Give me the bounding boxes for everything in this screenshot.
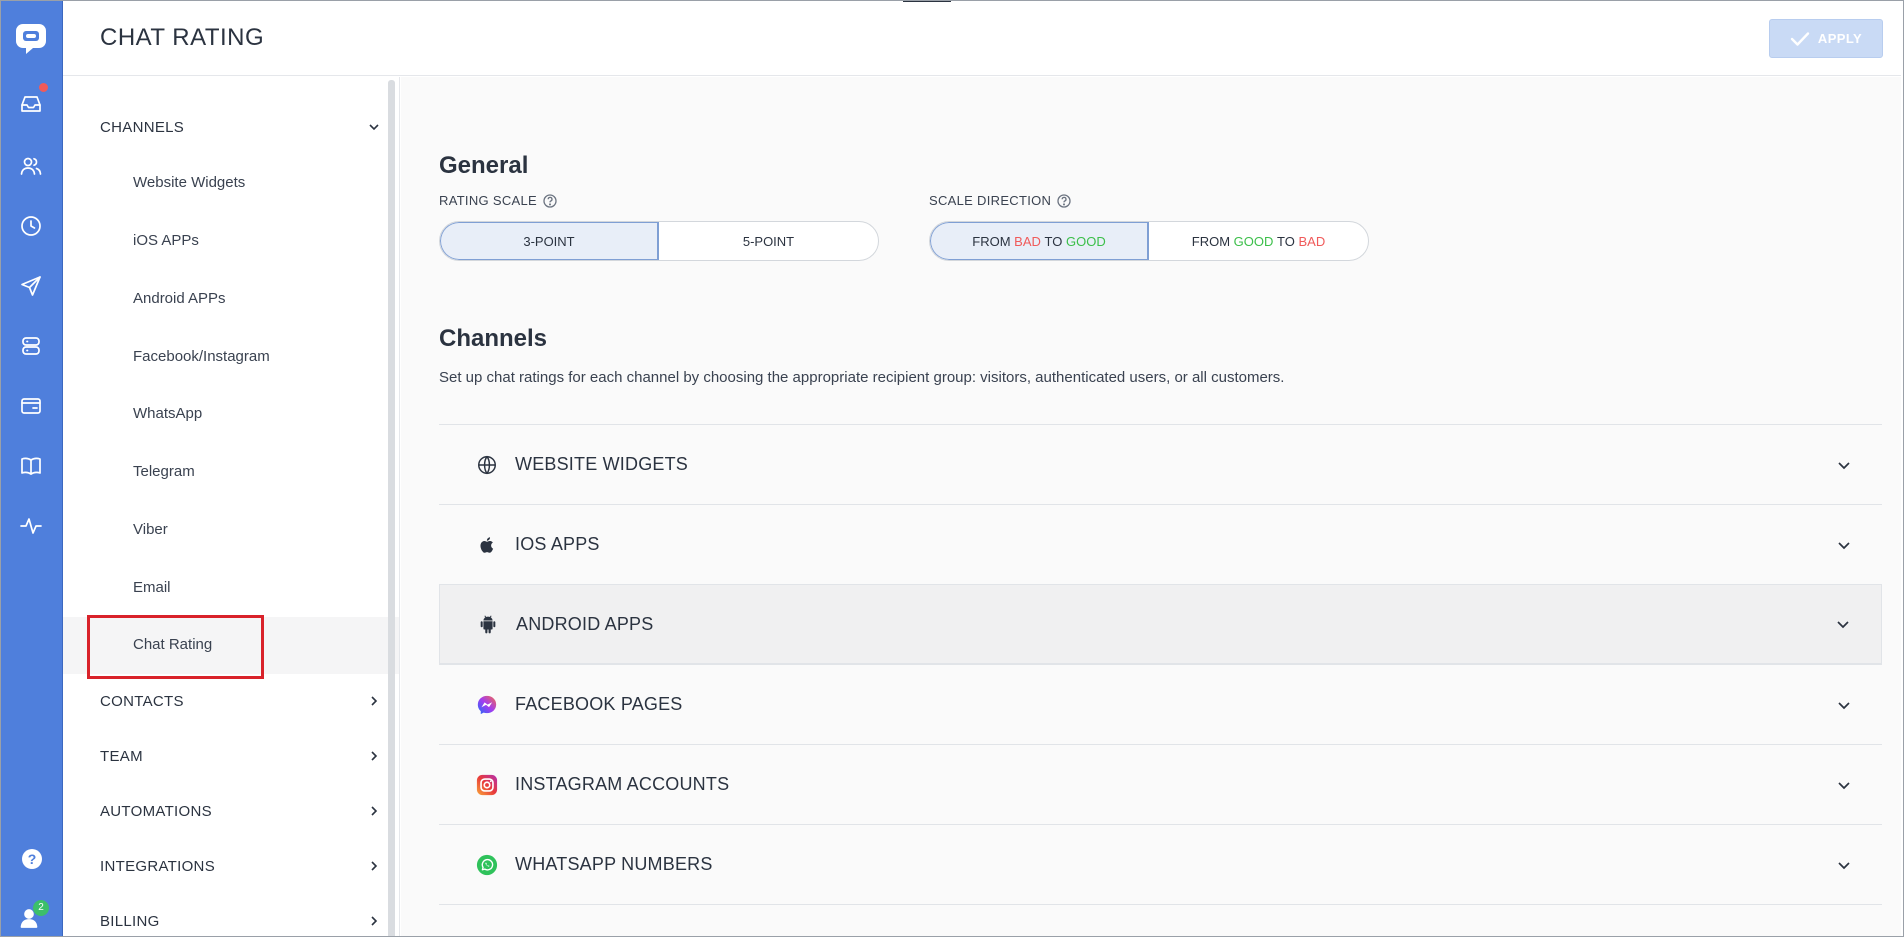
chevron-down-icon[interactable] — [367, 120, 381, 134]
direction-good-to-bad[interactable]: FROM GOOD TO BAD — [1149, 222, 1368, 260]
check-icon — [1790, 31, 1810, 46]
send-icon[interactable] — [17, 272, 45, 300]
scale-direction-label-text: SCALE DIRECTION — [929, 193, 1052, 208]
channel-row-partial — [439, 904, 1882, 924]
chevron-right-icon[interactable] — [367, 694, 381, 708]
sidebar-item-facebook-instagram[interactable]: Facebook/Instagram — [133, 348, 270, 365]
channel-row-website-widgets[interactable]: WEBSITE WIDGETS — [439, 424, 1882, 504]
section-billing[interactable]: BILLING — [100, 913, 160, 930]
apply-button[interactable]: APPLY — [1769, 19, 1883, 58]
chevron-down-icon[interactable] — [1836, 777, 1852, 793]
sidebar-item-android-apps[interactable]: Android APPs — [133, 290, 226, 307]
history-clock-icon[interactable] — [17, 212, 45, 240]
sidebar-item-viber[interactable]: Viber — [133, 521, 168, 538]
inbox-icon[interactable] — [17, 90, 45, 118]
section-contacts[interactable]: CONTACTS — [100, 693, 184, 710]
chevron-down-icon[interactable] — [1836, 537, 1852, 553]
apply-button-label: APPLY — [1817, 31, 1863, 46]
channel-row-android-apps[interactable]: ANDROID APPS — [439, 584, 1882, 664]
bad-text: BAD — [1298, 233, 1326, 249]
chevron-right-icon[interactable] — [367, 859, 381, 873]
chevron-down-icon[interactable] — [1835, 616, 1851, 632]
good-text: GOOD — [1065, 233, 1106, 249]
widget-card-icon[interactable] — [17, 392, 45, 420]
channel-row-ios-apps[interactable]: IOS APPS — [439, 504, 1882, 584]
left-rail: ? 2 — [0, 0, 63, 937]
android-icon — [476, 612, 500, 636]
account-badge: 2 — [33, 900, 49, 916]
apple-icon — [475, 533, 499, 557]
general-heading: General — [439, 152, 529, 179]
chevron-down-icon[interactable] — [1836, 697, 1852, 713]
rating-scale-label: RATING SCALE — [439, 193, 557, 208]
analytics-pulse-icon[interactable] — [17, 512, 45, 540]
chevron-right-icon[interactable] — [367, 914, 381, 928]
help-icon[interactable]: ? — [22, 849, 42, 869]
scale-direction-toggle: FROM BAD TO GOOD FROM GOOD TO BAD — [929, 221, 1369, 261]
inbox-unread-dot — [38, 82, 49, 93]
active-item-highlight — [87, 615, 264, 679]
messenger-icon — [475, 693, 499, 717]
direction-bad-to-good[interactable]: FROM BAD TO GOOD — [930, 222, 1149, 260]
top-tab-indicator — [903, 0, 951, 2]
sidebar-item-website-widgets[interactable]: Website Widgets — [133, 174, 245, 191]
channel-row-whatsapp-numbers[interactable]: WHATSAPP NUMBERS — [439, 824, 1882, 904]
whatsapp-icon — [475, 853, 499, 877]
sidebar-scrollbar[interactable] — [388, 80, 395, 937]
to-text: TO — [1044, 233, 1063, 249]
good-text: GOOD — [1233, 233, 1274, 249]
question-circle-icon[interactable] — [543, 193, 557, 208]
contacts-icon[interactable] — [17, 152, 45, 180]
channel-label: FACEBOOK PAGES — [515, 694, 683, 714]
bot-icon[interactable] — [17, 332, 45, 360]
rating-scale-3-point[interactable]: 3-POINT — [440, 222, 659, 260]
app-logo-icon[interactable] — [14, 22, 48, 56]
section-channels[interactable]: CHANNELS — [100, 119, 184, 136]
channel-label: WHATSAPP NUMBERS — [515, 854, 713, 874]
sidebar-item-telegram[interactable]: Telegram — [133, 463, 195, 480]
chevron-right-icon[interactable] — [367, 749, 381, 763]
rating-scale-label-text: RATING SCALE — [439, 193, 537, 208]
sidebar-item-whatsapp[interactable]: WhatsApp — [133, 405, 202, 422]
channels-description: Set up chat ratings for each channel by … — [439, 369, 1285, 386]
section-integrations[interactable]: INTEGRATIONS — [100, 858, 215, 875]
section-automations[interactable]: AUTOMATIONS — [100, 803, 212, 820]
channel-label: INSTAGRAM ACCOUNTS — [515, 774, 730, 794]
chevron-down-icon[interactable] — [1836, 457, 1852, 473]
sidebar-item-ios-apps[interactable]: iOS APPs — [133, 232, 199, 249]
rating-scale-toggle: 3-POINT 5-POINT — [439, 221, 879, 261]
settings-sidebar: CHANNELS Website Widgets iOS APPs Androi… — [63, 77, 400, 937]
knowledge-book-icon[interactable] — [17, 452, 45, 480]
sidebar-item-email[interactable]: Email — [133, 579, 171, 596]
top-tab-track — [951, 0, 1143, 1]
to-text: TO — [1277, 233, 1295, 249]
rating-scale-5-point[interactable]: 5-POINT — [659, 222, 878, 260]
scale-direction-label: SCALE DIRECTION — [929, 193, 1071, 208]
section-team[interactable]: TEAM — [100, 748, 143, 765]
bad-text: BAD — [1014, 233, 1041, 249]
channel-list: WEBSITE WIDGETS IOS APPS ANDROID APPS FA… — [439, 424, 1882, 924]
channel-row-facebook-pages[interactable]: FACEBOOK PAGES — [439, 664, 1882, 744]
main-content: General RATING SCALE 3-POINT 5-POINT SCA… — [401, 77, 1901, 937]
instagram-icon — [475, 773, 499, 797]
channel-label: WEBSITE WIDGETS — [515, 454, 689, 474]
chevron-down-icon[interactable] — [1836, 857, 1852, 873]
channel-row-instagram-accounts[interactable]: INSTAGRAM ACCOUNTS — [439, 744, 1882, 824]
channel-label: ANDROID APPS — [516, 613, 654, 634]
from-text: FROM — [972, 233, 1011, 249]
page-header: CHAT RATING APPLY — [63, 0, 1901, 76]
question-circle-icon[interactable] — [1057, 193, 1071, 208]
channel-label: IOS APPS — [515, 534, 600, 554]
chevron-right-icon[interactable] — [367, 804, 381, 818]
from-text: FROM — [1191, 233, 1231, 249]
globe-icon — [475, 453, 499, 477]
page-title: CHAT RATING — [100, 24, 265, 51]
channels-heading: Channels — [439, 325, 548, 352]
